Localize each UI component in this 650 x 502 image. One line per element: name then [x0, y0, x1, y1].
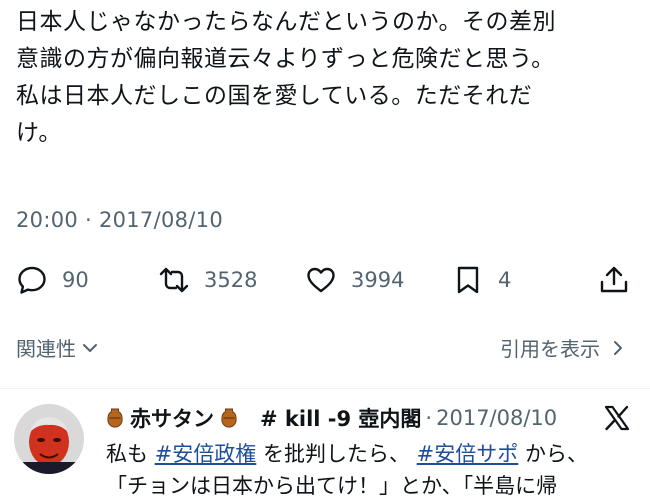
urn-icon	[107, 408, 123, 428]
related-label: 関連性	[16, 337, 76, 361]
avatar[interactable]	[14, 404, 84, 474]
action-bar: 90 3528 3994 4	[0, 258, 650, 302]
quoted-line: 私も #安倍政権 を批判したら、 #安倍サポ から、	[106, 438, 646, 470]
heart-icon	[307, 267, 335, 293]
bookmark-count: 4	[498, 268, 512, 292]
tweet-timestamp[interactable]: 20:00 · 2017/08/10	[16, 208, 223, 232]
quoted-text: から、	[518, 442, 588, 466]
quoted-author-name[interactable]: 赤サタン	[130, 403, 214, 433]
quoted-date[interactable]: 2017/08/10	[436, 406, 557, 430]
separator: ·	[425, 406, 433, 430]
chevron-down-icon	[83, 343, 97, 352]
quoted-line: 「チョンは日本から出てけ！」とか、「半島に帰	[106, 474, 558, 498]
quoted-header: 赤サタン # kill -9 壺内閣 · 2017/08/10	[106, 403, 557, 433]
quoted-body: 私も #安倍政権 を批判したら、 #安倍サポ から、 「チョンは日本から出てけ！…	[106, 438, 646, 502]
divider	[0, 388, 650, 389]
chevron-right-icon	[614, 340, 622, 355]
x-logo-icon[interactable]	[603, 404, 631, 432]
bookmark-icon	[457, 266, 479, 294]
tweet-line: け。	[16, 120, 62, 146]
reply-count: 90	[62, 268, 89, 292]
view-quotes-link[interactable]: 引用を表示	[500, 333, 628, 362]
share-icon	[600, 266, 628, 293]
tweet-text: 日本人じゃなかったらなんだというのか。その差別 意識の方が偏向報道云々よりずっと…	[16, 4, 636, 152]
reply-button[interactable]: 90	[16, 258, 89, 302]
like-button[interactable]: 3994	[305, 258, 404, 302]
retweet-button[interactable]: 3528	[158, 258, 257, 302]
quoted-author-handle[interactable]: # kill -9 壺内閣	[260, 403, 421, 433]
like-count: 3994	[351, 268, 405, 292]
retweet-count: 3528	[204, 268, 258, 292]
retweet-icon	[159, 267, 189, 293]
quoted-text: を批判したら、	[256, 442, 417, 466]
bookmark-button[interactable]: 4	[452, 258, 511, 302]
tweet-line: 意識の方が偏向報道云々よりずっと危険だと思う。	[16, 46, 555, 72]
avatar-image	[14, 404, 84, 474]
speech-bubble-icon	[18, 266, 46, 294]
quoted-text: 私も	[106, 442, 155, 466]
quotes-label: 引用を表示	[500, 337, 600, 361]
hashtag-link[interactable]: #安倍サポ	[417, 442, 519, 466]
urn-icon	[221, 408, 237, 428]
hashtag-link[interactable]: #安倍政権	[155, 442, 257, 466]
tweet-line: 私は日本人だしこの国を愛している。ただそれだ	[16, 83, 533, 109]
related-dropdown[interactable]: 関連性	[16, 333, 100, 362]
tweet-line: 日本人じゃなかったらなんだというのか。その差別	[16, 9, 557, 35]
share-button[interactable]	[598, 258, 630, 302]
